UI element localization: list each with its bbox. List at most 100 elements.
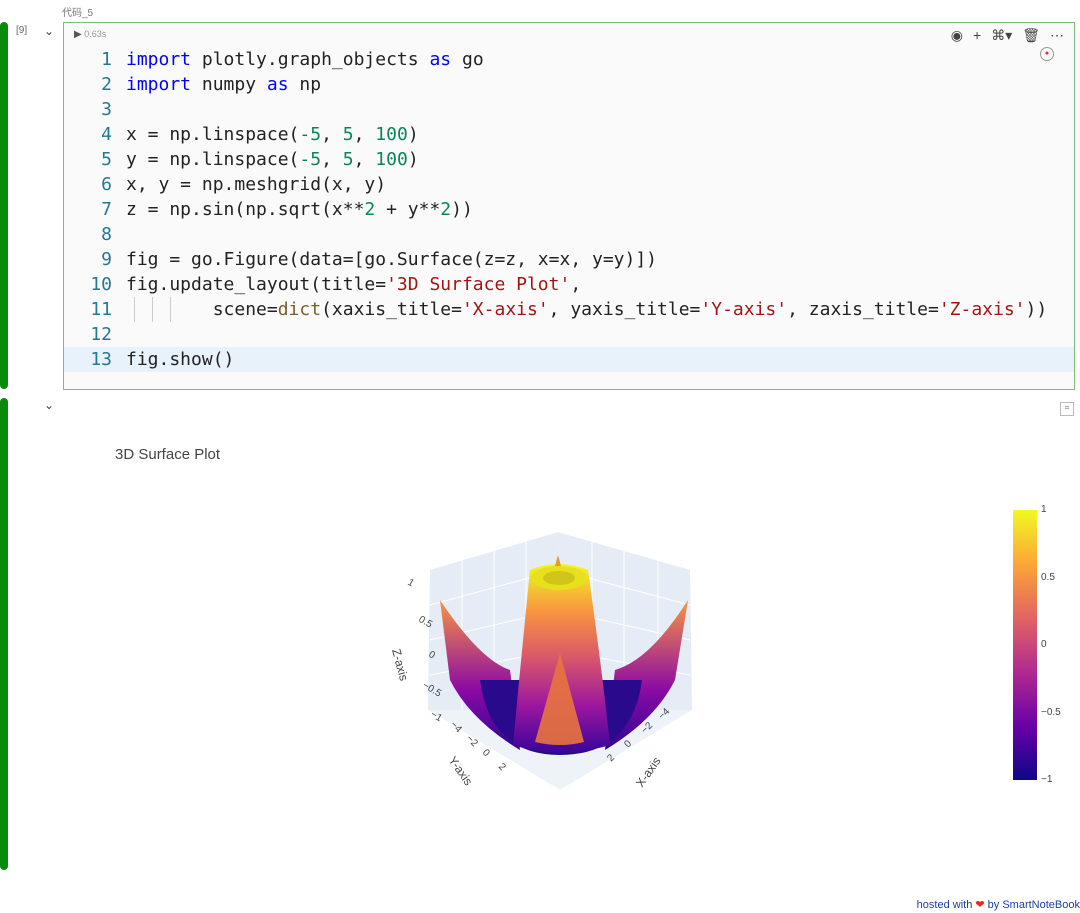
eye-icon[interactable]: ◉ bbox=[951, 27, 963, 44]
line-number: 7 bbox=[101, 199, 112, 220]
code-line[interactable]: 6 x, y = np.meshgrid(x, y) bbox=[64, 172, 1074, 197]
collapse-output-chevron-icon[interactable]: ⌄ bbox=[44, 398, 54, 412]
cell-toolbar: ◉ + ⌘▾ 🗑 ⋯ bbox=[951, 27, 1064, 44]
line-number: 6 bbox=[101, 174, 112, 195]
indent-guide bbox=[134, 297, 135, 322]
code-token: as bbox=[266, 74, 289, 95]
more-icon[interactable]: ⋯ bbox=[1050, 27, 1064, 44]
code-token: , zaxis_title= bbox=[787, 299, 939, 320]
code-token: 100 bbox=[375, 149, 408, 170]
z-tick-label: 1 bbox=[406, 577, 417, 590]
colorbar-tick-label: 0.5 bbox=[1041, 571, 1055, 583]
y-axis-title: Y-axis bbox=[446, 754, 476, 788]
code-token: dict bbox=[277, 299, 322, 320]
code-cell[interactable]: ▶ 0.63s ◉ + ⌘▾ 🗑 ⋯ ● 1 import plotly.graph_ob… bbox=[63, 22, 1075, 390]
code-token: fig = go.Figure(data=[go.Surface(z=z, x=… bbox=[126, 249, 658, 270]
output-status-bar[interactable] bbox=[0, 398, 8, 870]
code-line[interactable]: 11 scene=dict(xaxis_title='X-axis', yaxi… bbox=[64, 297, 1074, 322]
code-line[interactable]: 10 fig.update_layout(title='3D Surface Pl… bbox=[64, 272, 1074, 297]
code-line[interactable]: 8 bbox=[64, 222, 1074, 247]
code-token: import bbox=[126, 49, 192, 70]
code-token: plotly.graph_objects bbox=[191, 49, 430, 70]
line-number: 12 bbox=[90, 324, 112, 345]
code-token: , bbox=[353, 149, 376, 170]
execution-count: [9] bbox=[16, 25, 28, 36]
collapse-cell-chevron-icon[interactable]: ⌄ bbox=[44, 24, 54, 38]
code-token: x, y = np.meshgrid(x, y) bbox=[126, 174, 387, 195]
line-number: 1 bbox=[101, 49, 112, 70]
code-line[interactable]: 2 import numpy as np bbox=[64, 72, 1074, 97]
code-line[interactable]: 1 import plotly.graph_objects as go bbox=[64, 47, 1074, 72]
line-number: 13 bbox=[90, 349, 112, 370]
z-axis-title: Z-axis bbox=[389, 647, 411, 682]
code-token: go bbox=[451, 49, 484, 70]
footer-brand-link[interactable]: by SmartNoteBook bbox=[988, 899, 1080, 911]
code-token: , bbox=[353, 124, 376, 145]
code-token: )) bbox=[451, 199, 473, 220]
indent-guide bbox=[152, 297, 153, 322]
line-number: 4 bbox=[101, 124, 112, 145]
code-token: z = np.sin(np.sqrt(x** bbox=[126, 199, 365, 220]
code-token: x = np.linspace( bbox=[126, 124, 300, 145]
play-icon: ▶ bbox=[74, 29, 82, 40]
code-token: ) bbox=[407, 149, 419, 170]
code-line[interactable]: 9 fig = go.Figure(data=[go.Surface(z=z, x… bbox=[64, 247, 1074, 272]
python-kernel-icon[interactable]: ⌘▾ bbox=[991, 27, 1012, 44]
code-token: )) bbox=[1025, 299, 1048, 320]
output-options-icon[interactable]: ⌗ bbox=[1060, 402, 1074, 416]
code-token: 5 bbox=[342, 149, 354, 170]
line-number: 5 bbox=[101, 149, 112, 170]
code-token: '3D Surface Plot' bbox=[386, 274, 571, 295]
code-token: , bbox=[570, 274, 582, 295]
code-line[interactable]: 12 bbox=[64, 322, 1074, 347]
run-time: 0.63s bbox=[84, 29, 107, 39]
code-token: scene= bbox=[126, 299, 278, 320]
line-number: 3 bbox=[101, 99, 112, 120]
x-axis-title: X-axis bbox=[633, 754, 664, 789]
cell-name: 代码_5 bbox=[62, 8, 94, 19]
code-editor[interactable]: 1 import plotly.graph_objects as go 2 impor… bbox=[64, 47, 1074, 372]
heart-icon: ❤ bbox=[975, 899, 985, 911]
code-token: fig.show() bbox=[126, 349, 235, 370]
line-number: 11 bbox=[90, 299, 112, 320]
code-token: 5 bbox=[342, 124, 354, 145]
colorbar-tick-label: 0 bbox=[1041, 639, 1047, 650]
colorbar-tick-label: 1 bbox=[1041, 504, 1047, 515]
code-line[interactable]: 3 bbox=[64, 97, 1074, 122]
cell-status-bar[interactable] bbox=[0, 22, 8, 389]
code-token: (xaxis_title= bbox=[321, 299, 462, 320]
colorbar-tick-label: −1 bbox=[1041, 774, 1053, 785]
code-token: 100 bbox=[375, 124, 408, 145]
y-tick-label: 2 bbox=[496, 761, 508, 773]
surface-plot[interactable]: −1−0.500.51−4−202−4−202Z-axisY-axis X-axi… bbox=[370, 520, 710, 800]
footer-text: hosted with bbox=[916, 899, 973, 911]
code-line[interactable]: 13 fig.show() bbox=[64, 347, 1074, 372]
code-token: , bbox=[321, 124, 343, 145]
code-token: y = np.linspace( bbox=[126, 149, 300, 170]
code-line[interactable]: 4 x = np.linspace(-5, 5, 100) bbox=[64, 122, 1074, 147]
code-token: np bbox=[288, 74, 322, 95]
code-token: import bbox=[126, 74, 192, 95]
code-token: , bbox=[321, 149, 343, 170]
plus-icon[interactable]: + bbox=[973, 27, 981, 44]
colorbar bbox=[1013, 510, 1037, 780]
chart-title: 3D Surface Plot bbox=[115, 446, 221, 463]
footer[interactable]: hosted with ❤ by SmartNoteBook bbox=[917, 898, 1080, 911]
trash-icon[interactable]: 🗑 bbox=[1022, 27, 1040, 44]
colorbar-tick-label: −0.5 bbox=[1041, 706, 1061, 718]
code-line[interactable]: 5 y = np.linspace(-5, 5, 100) bbox=[64, 147, 1074, 172]
code-token: as bbox=[429, 49, 452, 70]
indent-guide bbox=[170, 297, 171, 322]
line-number: 8 bbox=[101, 224, 112, 245]
line-number: 10 bbox=[90, 274, 112, 295]
code-token: 'Z-axis' bbox=[938, 299, 1026, 320]
code-token: -5 bbox=[299, 124, 322, 145]
code-token: 2 bbox=[364, 199, 376, 220]
code-token: -5 bbox=[299, 149, 322, 170]
code-token: 'Y-axis' bbox=[700, 299, 788, 320]
line-number: 9 bbox=[101, 249, 112, 270]
code-token: 'X-axis' bbox=[461, 299, 549, 320]
code-line[interactable]: 7z = np.sin(np.sqrt(x**2 + y**2)) bbox=[64, 197, 1074, 222]
line-number: 2 bbox=[101, 74, 112, 95]
run-button[interactable]: ▶ 0.63s bbox=[74, 29, 106, 40]
